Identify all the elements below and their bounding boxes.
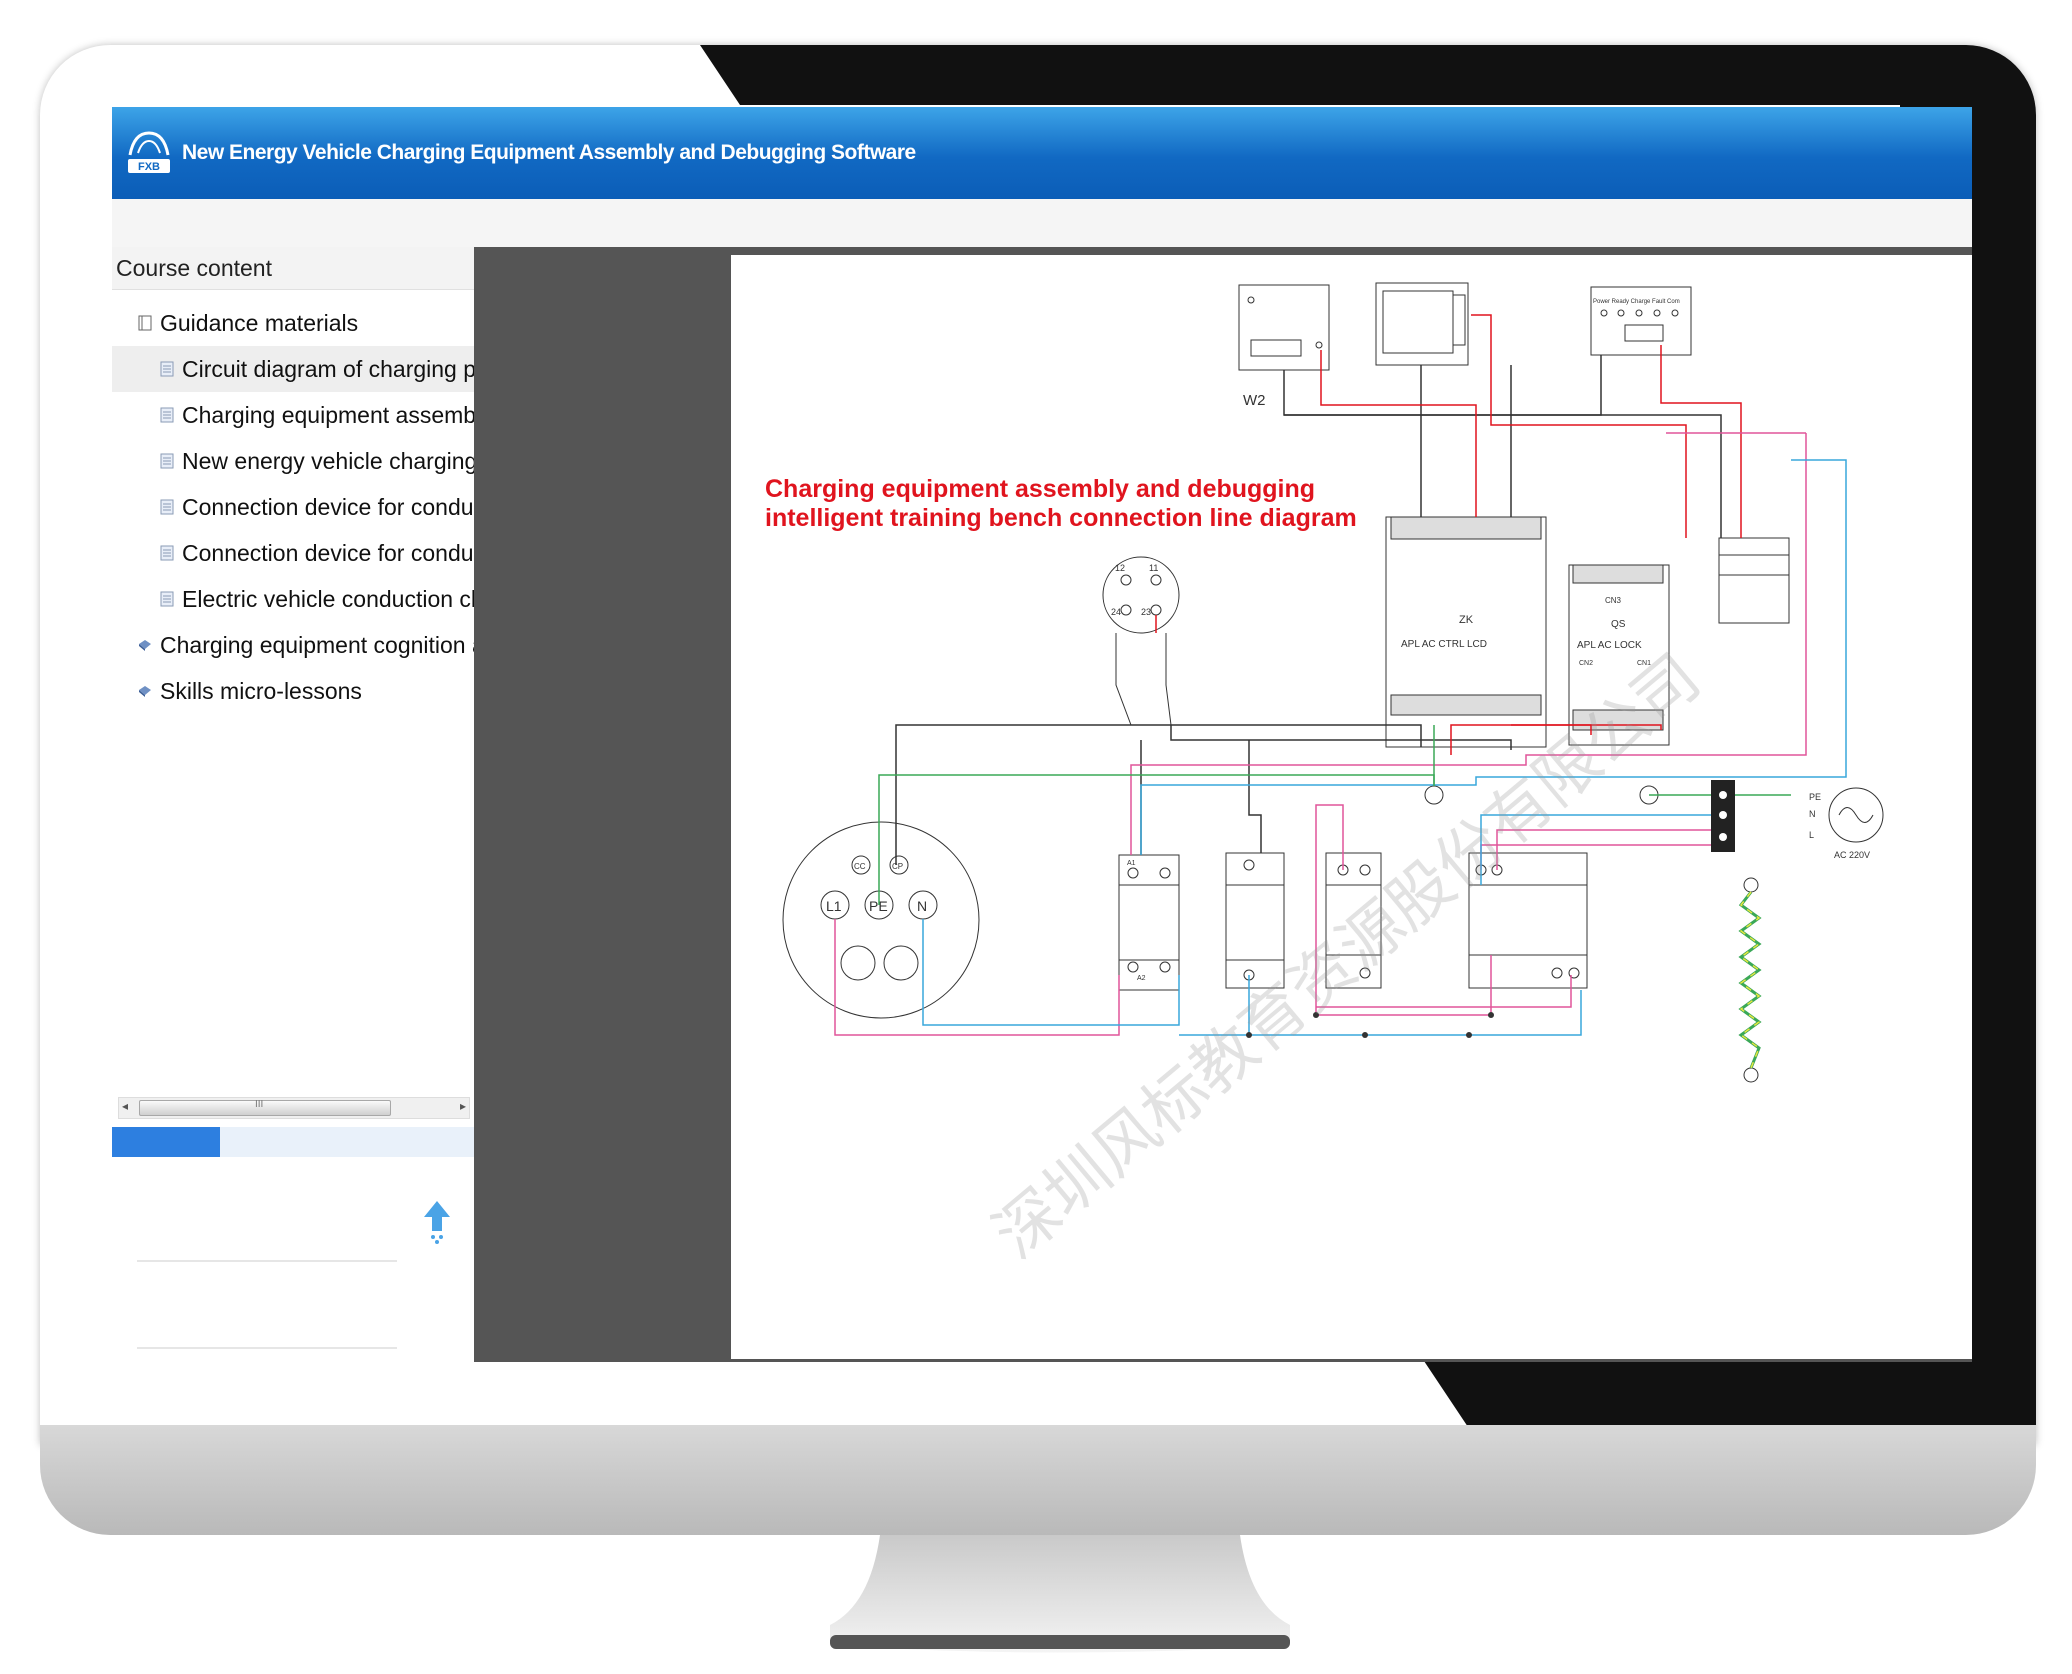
- sidebar-divider: [137, 1347, 397, 1349]
- w2-board: [1238, 284, 1330, 371]
- a2-label: A2: [1137, 975, 1146, 982]
- scrollbar-thumb[interactable]: III: [139, 1099, 391, 1116]
- ground-wire: [1738, 891, 1762, 1069]
- tree-item-equipment-cognition[interactable]: Charging equipment cognition a: [112, 622, 474, 668]
- tree-item-label: Connection device for conduc: [182, 540, 475, 566]
- tree-item-label: Connection device for conduc: [182, 494, 475, 520]
- tree-item-nev-charging[interactable]: New energy vehicle charging e: [112, 438, 474, 484]
- cp-label: CP: [892, 862, 903, 871]
- lcd-module: [1375, 282, 1469, 366]
- ac-label: AC 220V: [1834, 850, 1870, 860]
- gem-icon: [139, 640, 151, 651]
- document-icon: [160, 545, 174, 561]
- qs-label: QS: [1611, 619, 1626, 630]
- n-label: N: [1809, 809, 1816, 819]
- w2-label: W2: [1243, 392, 1266, 409]
- pin-23-label: 23: [1141, 607, 1151, 617]
- ac-source: [1828, 787, 1884, 843]
- course-content-heading: Course content: [112, 247, 474, 290]
- course-tree: Guidance materials Circuit diagram of ch…: [112, 300, 474, 714]
- tree-item-charging-equipment-assembly[interactable]: Charging equipment assembly: [112, 392, 474, 438]
- progress-bar: [112, 1127, 474, 1157]
- scroll-left-arrow-icon[interactable]: ◂: [122, 1099, 128, 1113]
- document-icon: [160, 361, 174, 377]
- circuit-diagram: W2 Power Ready Charge Fault Com ZK APL A…: [782, 282, 1884, 1083]
- socket-connector: [1102, 556, 1180, 726]
- tree-item-label: Circuit diagram of charging pi: [182, 356, 475, 382]
- app-title: New Energy Vehicle Charging Equipment As…: [182, 141, 916, 164]
- cn3-label: CN3: [1605, 596, 1622, 605]
- document-viewer[interactable]: Charging equipment assembly and debuggin…: [474, 247, 1972, 1362]
- indicator-labels: Power Ready Charge Fault Com: [1593, 299, 1680, 305]
- tree-item-label: Guidance materials: [160, 310, 359, 336]
- fxb-logo-icon: FXB: [128, 131, 170, 173]
- monitor-chin: [40, 1425, 2036, 1535]
- pe-label: PE: [1809, 792, 1821, 802]
- toolbar: [112, 199, 1972, 248]
- progress-fill: [112, 1127, 220, 1157]
- course-sidebar: Course content Guidance materials Circui…: [112, 247, 475, 1362]
- tree-item-skills-micro-lessons[interactable]: Skills micro-lessons: [112, 668, 474, 714]
- n-plug-label: N: [917, 898, 927, 914]
- sidebar-horizontal-scrollbar[interactable]: ◂ III ▸: [118, 1097, 470, 1119]
- pin-12-label: 12: [1115, 563, 1125, 573]
- pin-11-label: 11: [1149, 563, 1158, 573]
- tree-item-connection-device-1[interactable]: Connection device for conduc: [112, 484, 474, 530]
- tree-item-label: Charging equipment cognition a: [160, 632, 475, 658]
- gem-icon: [139, 686, 151, 697]
- tree-item-ev-conduction[interactable]: Electric vehicle conduction ch: [112, 576, 474, 622]
- document-icon: [160, 591, 174, 607]
- zk-ports-label: APL AC CTRL LCD: [1401, 639, 1487, 650]
- l1-label: L1: [826, 898, 842, 914]
- tree-item-connection-device-2[interactable]: Connection device for conduc: [112, 530, 474, 576]
- tree-item-circuit-diagram[interactable]: Circuit diagram of charging pi: [112, 346, 474, 392]
- zk-board: [1385, 516, 1547, 748]
- zk-label: ZK: [1459, 614, 1474, 626]
- tree-item-label: New energy vehicle charging e: [182, 448, 475, 474]
- pin-24-label: 24: [1111, 607, 1121, 617]
- l-label: L: [1809, 830, 1814, 840]
- a1-label: A1: [1127, 860, 1136, 867]
- app-window: FXB New Energy Vehicle Charging Equipmen…: [112, 107, 1972, 1362]
- up-arrow-icon[interactable]: [422, 1199, 452, 1245]
- scroll-right-arrow-icon[interactable]: ▸: [460, 1099, 466, 1113]
- indicator-panel: [1590, 286, 1692, 356]
- monitor-stand: [830, 1535, 1290, 1653]
- cn2-label: CN2: [1579, 660, 1593, 667]
- document-icon: [160, 407, 174, 423]
- logo-text: FXB: [138, 161, 160, 173]
- contactor-a: [1118, 854, 1180, 991]
- power-module: [1718, 537, 1790, 624]
- tree-item-guidance-materials[interactable]: Guidance materials: [112, 300, 474, 346]
- terminal-block: [1711, 780, 1735, 852]
- title-bar: FXB New Energy Vehicle Charging Equipmen…: [112, 107, 1972, 199]
- document-icon: [160, 499, 174, 515]
- diagram-page: Charging equipment assembly and debuggin…: [731, 255, 1972, 1359]
- document-icon: [160, 453, 174, 469]
- book-icon: [138, 315, 152, 331]
- tree-item-label: Skills micro-lessons: [160, 678, 362, 704]
- sidebar-divider: [137, 1260, 397, 1262]
- tree-item-label: Charging equipment assembly: [182, 402, 475, 428]
- cc-label: CC: [854, 862, 866, 871]
- scrollbar-grip: III: [255, 1099, 264, 1110]
- tree-item-label: Electric vehicle conduction ch: [182, 586, 475, 612]
- charging-plug: [782, 821, 980, 1019]
